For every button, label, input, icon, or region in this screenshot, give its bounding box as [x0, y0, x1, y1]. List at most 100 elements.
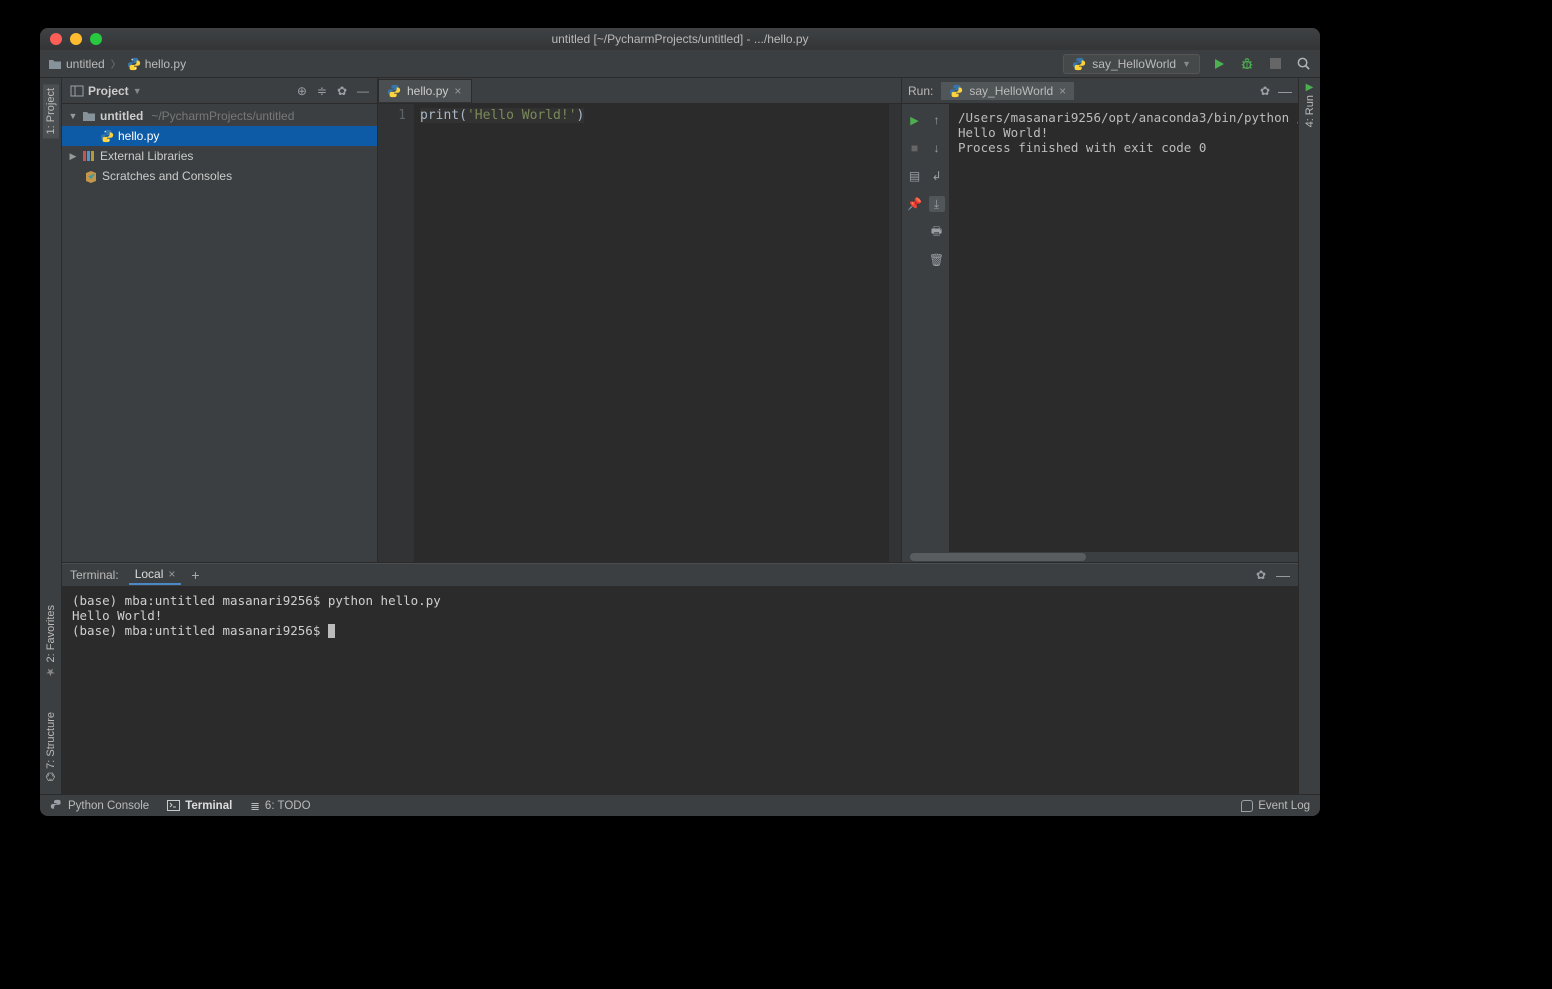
- soft-wrap-icon[interactable]: ↲: [929, 168, 945, 184]
- hide-panel-icon[interactable]: —: [1276, 567, 1290, 583]
- console-line: /Users/masanari9256/opt/anaconda3/bin/py…: [958, 110, 1290, 125]
- footer-python-console[interactable]: Python Console: [50, 799, 149, 812]
- tree-scratches[interactable]: Scratches and Consoles: [62, 166, 377, 186]
- chevron-right-icon: 〉: [111, 56, 121, 71]
- dropdown-icon: ▼: [1182, 59, 1191, 69]
- scrollbar-thumb[interactable]: [910, 553, 1086, 561]
- terminal-body[interactable]: (base) mba:untitled masanari9256$ python…: [62, 587, 1298, 794]
- run-console[interactable]: /Users/masanari9256/opt/anaconda3/bin/py…: [950, 104, 1298, 552]
- gear-icon[interactable]: ✿: [1260, 84, 1270, 98]
- play-icon: ▶: [1306, 82, 1314, 93]
- editor-body[interactable]: 1 print('Hello World!'): [378, 104, 901, 562]
- gear-icon[interactable]: ✿: [1256, 568, 1266, 582]
- status-bar: Python Console Terminal ≣ 6: TODO Event …: [40, 794, 1320, 816]
- stop-button[interactable]: ■: [907, 140, 923, 156]
- tree-file-hello[interactable]: hello.py: [62, 126, 377, 146]
- close-tab-icon[interactable]: ×: [1059, 84, 1066, 98]
- run-scrollbar[interactable]: [902, 552, 1298, 562]
- editor-marker-bar: [889, 104, 901, 562]
- terminal-tab-local[interactable]: Local ×: [129, 565, 182, 585]
- rerun-button[interactable]: ▶: [907, 112, 923, 128]
- tool-tab-structure[interactable]: ⌬ 7: Structure: [42, 708, 59, 786]
- code-rparen: ): [577, 108, 585, 123]
- locate-icon[interactable]: ⊕: [297, 84, 307, 98]
- search-everywhere-button[interactable]: [1294, 55, 1312, 73]
- close-tab-icon[interactable]: ×: [168, 567, 175, 581]
- terminal-line: (base) mba:untitled masanari9256$: [72, 623, 1288, 638]
- run-tab-label: say_HelloWorld: [969, 84, 1053, 98]
- project-tree: ▼ untitled ~/PycharmProjects/untitled: [62, 104, 377, 562]
- stop-button[interactable]: [1266, 55, 1284, 73]
- run-panel-tab[interactable]: say_HelloWorld ×: [941, 82, 1074, 100]
- down-stack-icon[interactable]: ↓: [929, 140, 945, 156]
- print-icon[interactable]: 🖶: [929, 224, 945, 240]
- tree-root[interactable]: ▼ untitled ~/PycharmProjects/untitled: [62, 106, 377, 126]
- terminal-tab-label: Local: [135, 567, 164, 581]
- navigation-bar: untitled 〉 hello.py say_HelloWorld ▼: [40, 50, 1320, 78]
- tool-tab-project[interactable]: 1: Project: [43, 84, 59, 138]
- folder-icon: [48, 58, 62, 70]
- editor-area: hello.py × 1 print('Hello World!'): [378, 78, 902, 562]
- tool-tab-favorites[interactable]: ★ 2: Favorites: [42, 601, 59, 683]
- expand-icon[interactable]: ▶: [68, 151, 78, 162]
- new-terminal-button[interactable]: +: [191, 567, 199, 583]
- run-panel-header: Run: say_HelloWorld × ✿ —: [902, 78, 1298, 104]
- tool-tab-favorites-label: 2: Favorites: [45, 605, 57, 662]
- tool-tab-structure-label: 7: Structure: [45, 712, 57, 769]
- project-panel-title-label: Project: [88, 84, 129, 98]
- footer-event-log[interactable]: Event Log: [1241, 800, 1310, 812]
- breadcrumb-file-label: hello.py: [145, 57, 186, 71]
- run-panel-label: Run:: [908, 84, 933, 98]
- terminal-line: Hello World!: [72, 608, 1288, 623]
- footer-todo[interactable]: ≣ 6: TODO: [250, 799, 310, 813]
- project-panel-title[interactable]: Project ▼: [70, 84, 291, 98]
- dropdown-icon: ▼: [133, 86, 142, 96]
- breadcrumb: untitled 〉 hello.py: [48, 56, 1057, 71]
- code-area[interactable]: print('Hello World!'): [414, 104, 889, 562]
- tool-tab-run[interactable]: ▶ 4: Run: [1304, 82, 1316, 127]
- python-file-icon: [387, 84, 401, 98]
- terminal-icon: [167, 800, 180, 811]
- hide-panel-icon[interactable]: —: [357, 84, 369, 98]
- debug-button[interactable]: [1238, 55, 1256, 73]
- blank-cell: [907, 224, 923, 240]
- project-panel-actions: ⊕ ≑ ✿ —: [297, 84, 369, 98]
- scroll-to-end-icon[interactable]: ⤓: [929, 196, 945, 212]
- pin-icon[interactable]: 📌: [907, 196, 923, 212]
- libraries-icon: [82, 150, 96, 162]
- content-area: Project ▼ ⊕ ≑ ✿ — ▼: [62, 78, 1298, 794]
- footer-todo-label: 6: TODO: [265, 800, 311, 812]
- python-icon: [949, 84, 963, 98]
- terminal-panel: Terminal: Local × + ✿ — (base) mba:untit…: [62, 562, 1298, 794]
- gear-icon[interactable]: ✿: [337, 84, 347, 98]
- tool-tab-run-label: 4: Run: [1304, 95, 1316, 127]
- breadcrumb-project[interactable]: untitled: [48, 57, 105, 71]
- code-lparen: (: [459, 108, 467, 123]
- run-button[interactable]: [1210, 55, 1228, 73]
- editor-gutter: 1: [378, 104, 414, 562]
- scratches-icon: [84, 170, 98, 183]
- breadcrumb-file[interactable]: hello.py: [127, 57, 186, 71]
- up-stack-icon[interactable]: ↑: [929, 112, 945, 128]
- structure-icon: ⌬: [45, 772, 57, 782]
- todo-icon: ≣: [250, 799, 260, 813]
- toolbar-right: say_HelloWorld ▼: [1063, 54, 1312, 74]
- ide-window: untitled [~/PycharmProjects/untitled] - …: [40, 28, 1320, 816]
- tree-external-libraries[interactable]: ▶ External Libraries: [62, 146, 377, 166]
- editor-tab-hello[interactable]: hello.py ×: [378, 79, 472, 103]
- run-configuration-selector[interactable]: say_HelloWorld ▼: [1063, 54, 1200, 74]
- close-tab-icon[interactable]: ×: [454, 84, 461, 98]
- expand-all-icon[interactable]: ≑: [317, 84, 327, 98]
- trash-icon[interactable]: 🗑: [929, 252, 945, 268]
- run-panel: Run: say_HelloWorld × ✿ —: [902, 78, 1298, 562]
- footer-terminal[interactable]: Terminal: [167, 800, 232, 812]
- python-file-icon: [127, 57, 141, 71]
- layout-icon[interactable]: ▤: [907, 168, 923, 184]
- run-body: ▶ ↑ ■ ↓ ▤ ↲ 📌: [902, 104, 1298, 552]
- terminal-line: (base) mba:untitled masanari9256$ python…: [72, 593, 1288, 608]
- hide-panel-icon[interactable]: —: [1278, 83, 1292, 99]
- expand-icon[interactable]: ▼: [68, 111, 78, 121]
- work-area: Project ▼ ⊕ ≑ ✿ — ▼: [62, 78, 1298, 562]
- main-area: 1: Project ★ 2: Favorites ⌬ 7: Structure: [40, 78, 1320, 794]
- event-log-icon: [1241, 800, 1253, 812]
